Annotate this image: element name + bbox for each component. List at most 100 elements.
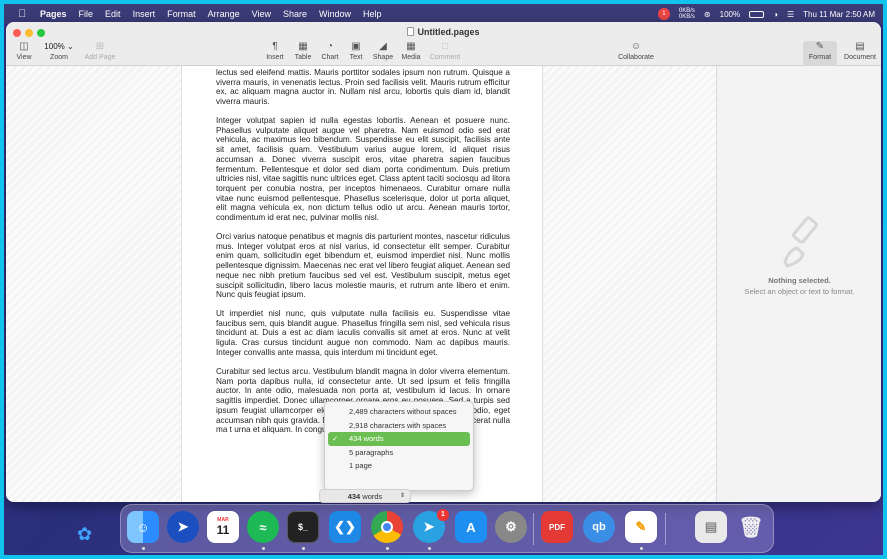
menu-app-name[interactable]: Pages [40, 9, 67, 19]
paragraph-1[interactable]: lectus sed eleifend mattis. Mauris portt… [216, 68, 510, 107]
inspector-hint: Select an object or text to format. [744, 287, 855, 296]
chart-button[interactable]: ◔ Chart [318, 40, 342, 61]
vscode-icon[interactable]: ❮❯ [329, 511, 361, 543]
calendar-icon[interactable]: MAR 11 [207, 511, 239, 543]
paragraph-4[interactable]: Ut imperdiet nisl nunc, quis vulputate n… [216, 309, 510, 358]
format-button[interactable]: ✎ Format [806, 40, 834, 61]
view-button[interactable]: ◫ View [12, 40, 36, 61]
wc-pages-text: 1 page [349, 461, 372, 470]
word-count-unit: words [362, 492, 383, 501]
zoom-label: Zoom [50, 54, 68, 61]
apple-icon[interactable]:  [18, 8, 30, 20]
add-page-button[interactable]: ⊞ Add Page [82, 40, 118, 61]
chrome-icon[interactable] [371, 511, 403, 543]
paragraph-3[interactable]: Orci varius natoque penatibus et magnis … [216, 232, 510, 300]
text-button[interactable]: ▣ Text [344, 40, 368, 61]
menu-insert[interactable]: Insert [133, 9, 156, 19]
document-button[interactable]: ▤ Document [842, 40, 878, 61]
paintbrush-icon [783, 216, 818, 268]
telegram-running-dot [428, 547, 431, 550]
menu-view[interactable]: View [252, 9, 271, 19]
menu-file[interactable]: File [79, 9, 94, 19]
launchpad-icon[interactable]: ➤ [167, 511, 199, 543]
control-center-icon[interactable]: ☰ [787, 10, 794, 19]
menu-format[interactable]: Format [167, 9, 196, 19]
desktop:  Pages File Edit Insert Format Arrange … [4, 4, 883, 555]
word-count-button[interactable]: 434 words ⇕ [319, 489, 411, 503]
menu-window[interactable]: Window [319, 9, 351, 19]
table-button[interactable]: ▦ Table [291, 40, 315, 61]
comment-icon: □ [441, 41, 449, 52]
media-label: Media [401, 54, 421, 61]
paragraph-2[interactable]: Integer volutpat sapien id nulla egestas… [216, 116, 510, 223]
battery-icon[interactable] [749, 10, 765, 18]
media-button[interactable]: ▦ Media [398, 40, 424, 61]
wc-chars-no-spaces[interactable]: 2,489 characters without spaces [328, 405, 470, 419]
chrome-running-dot [386, 547, 389, 550]
shape-button[interactable]: ◢ Shape [370, 40, 396, 61]
pdf-expert-icon[interactable]: PDF [541, 511, 573, 543]
wifi-icon[interactable]: ◑ [773, 10, 778, 19]
insert-button[interactable]: ¶ Insert [263, 40, 287, 61]
collaborate-icon: ☺ [630, 41, 642, 52]
menu-help[interactable]: Help [363, 9, 382, 19]
menu-edit[interactable]: Edit [105, 9, 121, 19]
app-store-icon[interactable]: A [455, 511, 487, 543]
wc-paragraphs[interactable]: 5 paragraphs [328, 446, 470, 460]
wc-paragraphs-text: 5 paragraphs [349, 447, 394, 457]
wc-words[interactable]: ✓ 434 words [328, 432, 470, 446]
system-preferences-icon[interactable]: ⚙ [495, 511, 527, 543]
dock: ☺ ➤ MAR 11 ≈ $_ ❮❯ ➤ 1 A ⚙ PDF qb ✎ ▤ 🗑 [120, 504, 774, 553]
window-title-text: Untitled.pages [417, 27, 480, 37]
document-inspector-icon: ▤ [855, 41, 865, 52]
wc-chars-with-spaces-text: 2,918 characters with spaces [349, 420, 447, 430]
network-speed-down: 0KB/s [678, 14, 695, 20]
table-label: Table [294, 54, 312, 61]
desktop-flower-icon: ✿ [77, 524, 93, 544]
format-label: Format [808, 54, 832, 61]
terminal-icon[interactable]: $_ [287, 511, 319, 543]
zoom-button[interactable]: 100% ⌄ Zoom [42, 40, 76, 61]
wc-pages[interactable]: 1 page [328, 459, 470, 473]
format-inspector: Nothing selected. Select an object or te… [716, 66, 881, 502]
inspector-title: Nothing selected. [768, 276, 831, 285]
menu-extras: 1 0KB/s 0KB/s ⊛ 100% ◑ ☰ Thu 11 Mar 2:50… [657, 4, 875, 24]
comment-button[interactable]: □ Comment [428, 40, 462, 61]
chevron-updown-icon: ⇕ [399, 493, 405, 499]
clock[interactable]: Thu 11 Mar 2:50 AM [803, 10, 875, 19]
pilcrow-icon: ¶ [272, 41, 278, 52]
calendar-day: 11 [216, 523, 230, 537]
bluetooth-icon[interactable]: ⊛ [704, 10, 711, 19]
document-label: Document [844, 54, 876, 61]
network-speed: 0KB/s 0KB/s [679, 8, 695, 20]
shape-icon: ◢ [379, 41, 387, 52]
document-icon [407, 27, 415, 36]
checkmark-icon: ✓ [332, 434, 339, 443]
paintbrush-icon: ✎ [815, 41, 825, 52]
add-page-label: Add Page [84, 54, 116, 61]
notification-badge[interactable]: 1 [657, 8, 670, 20]
telegram-icon[interactable]: ➤ 1 [413, 509, 449, 543]
shape-label: Shape [372, 54, 394, 61]
menu-share[interactable]: Share [283, 9, 307, 19]
zoom-value: 100% ⌄ [44, 42, 74, 51]
menu-arrange[interactable]: Arrange [208, 9, 240, 19]
wc-chars-with-spaces[interactable]: 2,918 characters with spaces [328, 419, 470, 433]
text-label: Text [349, 54, 363, 61]
spotify-icon[interactable]: ≈ [247, 511, 279, 543]
pages-icon[interactable]: ✎ [625, 511, 657, 543]
collaborate-button[interactable]: ☺ Collaborate [614, 40, 658, 61]
qbittorrent-icon[interactable]: qb [583, 511, 615, 543]
finder-running-dot [142, 547, 145, 550]
qbittorrent-label: qb [592, 521, 606, 533]
downloads-icon[interactable]: ▤ [695, 511, 727, 543]
trash-icon[interactable]: 🗑 [735, 511, 767, 543]
dock-separator [533, 513, 534, 545]
terminal-running-dot [302, 547, 305, 550]
table-icon: ▦ [298, 41, 308, 52]
finder-icon[interactable]: ☺ [127, 511, 159, 543]
battery-percent: 100% [719, 9, 741, 19]
chart-icon: ◔ [326, 41, 334, 52]
wc-words-text: 434 words [349, 434, 384, 443]
window-title: Untitled.pages [6, 27, 881, 37]
